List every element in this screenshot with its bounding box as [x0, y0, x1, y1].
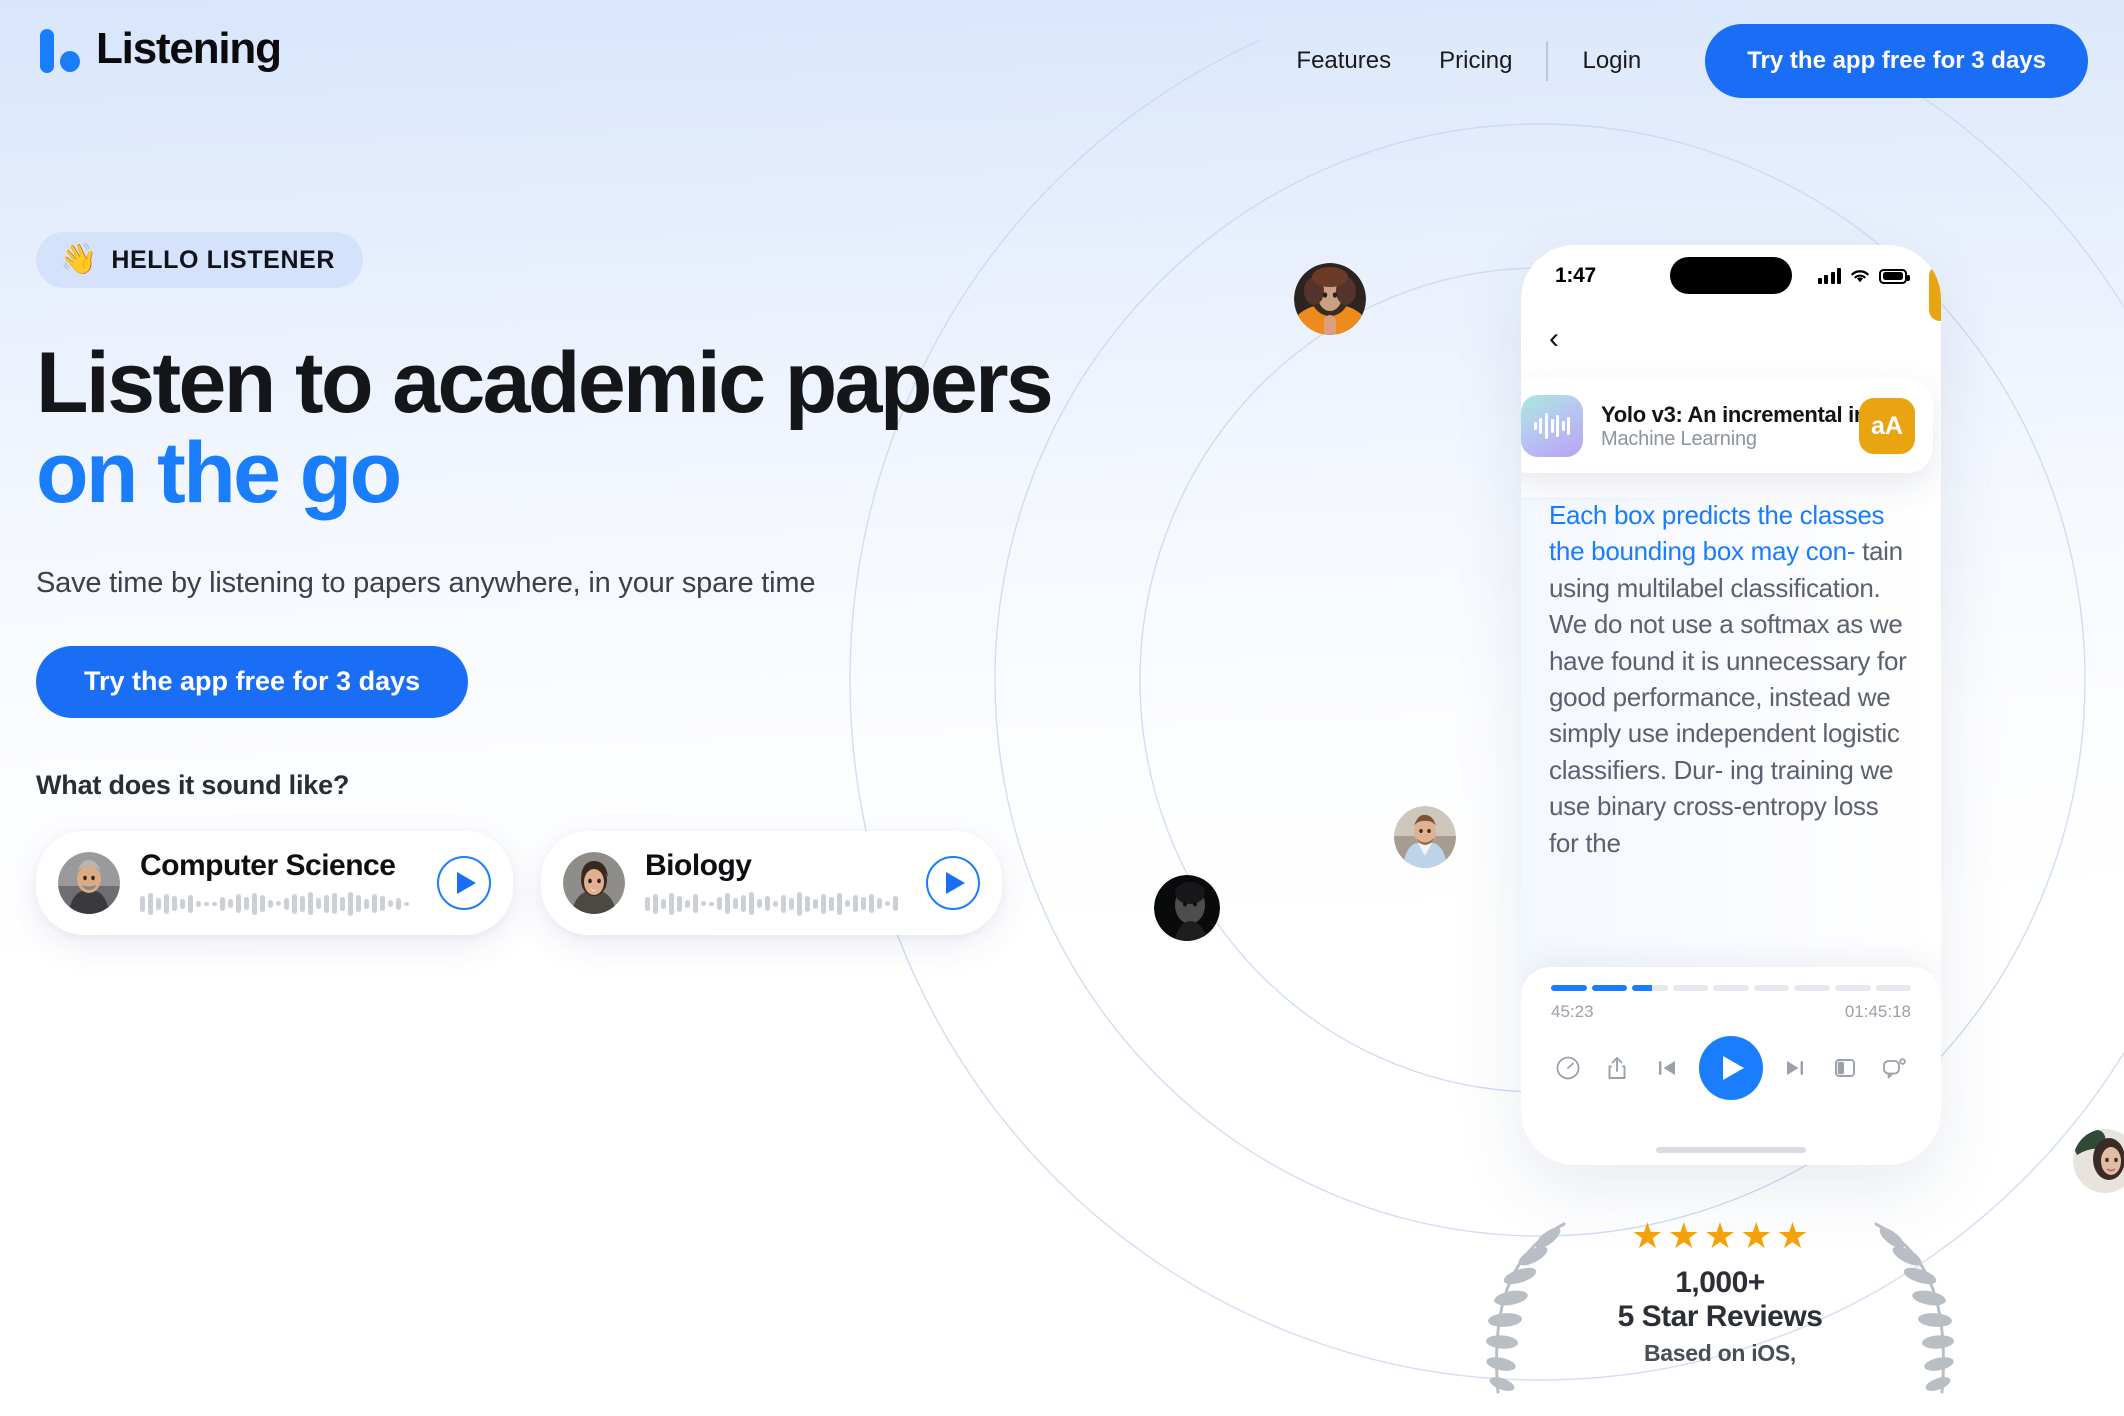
player-times: 45:23 01:45:18 [1551, 1002, 1911, 1022]
back-chevron-icon[interactable]: ‹ [1549, 324, 1559, 354]
logo-text: Listening [96, 24, 282, 73]
reader-text[interactable]: Each box predicts the classes the boundi… [1521, 497, 1941, 1005]
sample-title: Biology [645, 848, 752, 882]
avatar-denim-man [1394, 806, 1456, 868]
hero-trial-button[interactable]: Try the app free for 3 days [36, 645, 469, 718]
player-controls [1551, 1036, 1911, 1100]
nav-item-login[interactable]: Login [1558, 47, 1665, 75]
waveform-icon [645, 891, 898, 917]
battery-icon [1879, 268, 1910, 284]
phone-status-bar: 1:47 [1521, 245, 1941, 307]
sample-title: Computer Science [140, 848, 396, 882]
split-view-icon[interactable] [1828, 1051, 1862, 1085]
reader-highlighted-text: Each box predicts the classes the boundi… [1549, 500, 1885, 567]
landing-page: Listening Features Pricing Login Try the… [0, 0, 2124, 1416]
sound-sample-list: Computer Science Biology [36, 830, 1066, 935]
logo-mark-icon [36, 25, 80, 73]
dynamic-island [1670, 257, 1792, 294]
audio-waveform-icon [1521, 395, 1583, 457]
badge-label: HELLO LISTENER [111, 245, 336, 274]
play-icon [1722, 1056, 1744, 1080]
headline-accent: on the go [36, 425, 402, 522]
sound-sample-label: What does it sound like? [36, 769, 350, 800]
previous-icon[interactable] [1650, 1051, 1684, 1085]
avatar-curly-hair-woman [1294, 263, 1366, 335]
hero-section: 👋 HELLO LISTENER Listen to academic pape… [36, 232, 1066, 935]
status-time: 1:47 [1555, 264, 1596, 287]
nav-item-pricing[interactable]: Pricing [1415, 47, 1536, 75]
play-icon [456, 871, 476, 894]
avatar-green-hat-woman [2073, 1129, 2124, 1193]
star-icon: ★ [1776, 1215, 1809, 1256]
star-icon: ★ [1740, 1215, 1773, 1256]
review-source: Based on iOS, [1643, 1340, 1797, 1366]
laurel-left-icon [1486, 1222, 1566, 1394]
sample-content: Computer Science [140, 849, 409, 917]
sample-content: Biology [645, 849, 898, 917]
star-icon: ★ [1667, 1215, 1700, 1256]
sample-card-biology[interactable]: Biology [541, 830, 1002, 935]
nav-divider [1546, 41, 1549, 81]
play-icon [945, 871, 965, 894]
sample-play-button[interactable] [437, 855, 491, 910]
header-trial-button[interactable]: Try the app free for 3 days [1705, 24, 2088, 98]
elapsed-time: 45:23 [1551, 1002, 1594, 1021]
progress-bar[interactable] [1551, 985, 1912, 991]
play-button[interactable] [1698, 1036, 1763, 1100]
phone-mockup: 1:47 ‹ Yolo v3: An incremental im... Mac… [1521, 245, 1941, 1165]
paper-title: Yolo v3: An incremental im... [1601, 401, 1891, 427]
status-indicators [1817, 268, 1910, 284]
star-icon: ★ [1631, 1215, 1664, 1256]
speed-icon[interactable] [1551, 1051, 1585, 1085]
hello-listener-badge: 👋 HELLO LISTENER [36, 232, 364, 288]
total-duration: 01:45:18 [1844, 1002, 1911, 1021]
star-icon: ★ [1703, 1215, 1737, 1256]
paper-meta: Yolo v3: An incremental im... Machine Le… [1601, 402, 1891, 451]
home-indicator [1656, 1147, 1806, 1153]
review-count: 1,000+ [1675, 1266, 1765, 1299]
laurel-right-icon [1874, 1222, 1954, 1394]
hero-subtitle: Save time by listening to papers anywher… [36, 566, 816, 599]
main-nav: Features Pricing Login Try the app free … [1272, 22, 2088, 100]
site-header: Listening Features Pricing Login Try the… [0, 0, 2124, 122]
headline-text: Listen to academic papers [36, 335, 1054, 431]
avatar-dark-portrait-man [1154, 875, 1220, 941]
next-icon[interactable] [1778, 1051, 1812, 1085]
comment-icon[interactable] [1877, 1051, 1911, 1085]
reviews-badge: ★ ★ ★ ★ ★ 1,000+ 5 Star Reviews Based on… [1486, 1218, 1954, 1394]
share-icon[interactable] [1600, 1051, 1634, 1085]
logo[interactable]: Listening [36, 24, 282, 74]
signal-bars-icon [1817, 268, 1841, 284]
avatar [563, 851, 625, 914]
sample-card-computer-science[interactable]: Computer Science [36, 830, 513, 935]
sample-play-button[interactable] [926, 855, 980, 910]
font-size-button[interactable]: aA [1859, 398, 1915, 454]
waving-hand-icon: 👋 [60, 243, 98, 276]
paper-card[interactable]: Yolo v3: An incremental im... Machine Le… [1521, 379, 1933, 473]
paper-category: Machine Learning [1601, 427, 1757, 450]
waveform-icon [140, 891, 409, 917]
nav-item-features[interactable]: Features [1272, 47, 1415, 75]
audio-player: 45:23 01:45:18 [1521, 967, 1941, 1165]
font-button-peek [1929, 265, 1941, 321]
review-label: 5 Star Reviews [1617, 1300, 1823, 1333]
page-title: Listen to academic papers on the go [36, 338, 1066, 519]
wifi-icon [1851, 269, 1869, 282]
star-rating: ★ ★ ★ ★ ★ [1540, 1218, 1900, 1254]
avatar [58, 851, 120, 914]
reader-body-text: tain using multilabel classification. We… [1549, 536, 1907, 858]
phone-back-row: ‹ [1521, 307, 1941, 371]
